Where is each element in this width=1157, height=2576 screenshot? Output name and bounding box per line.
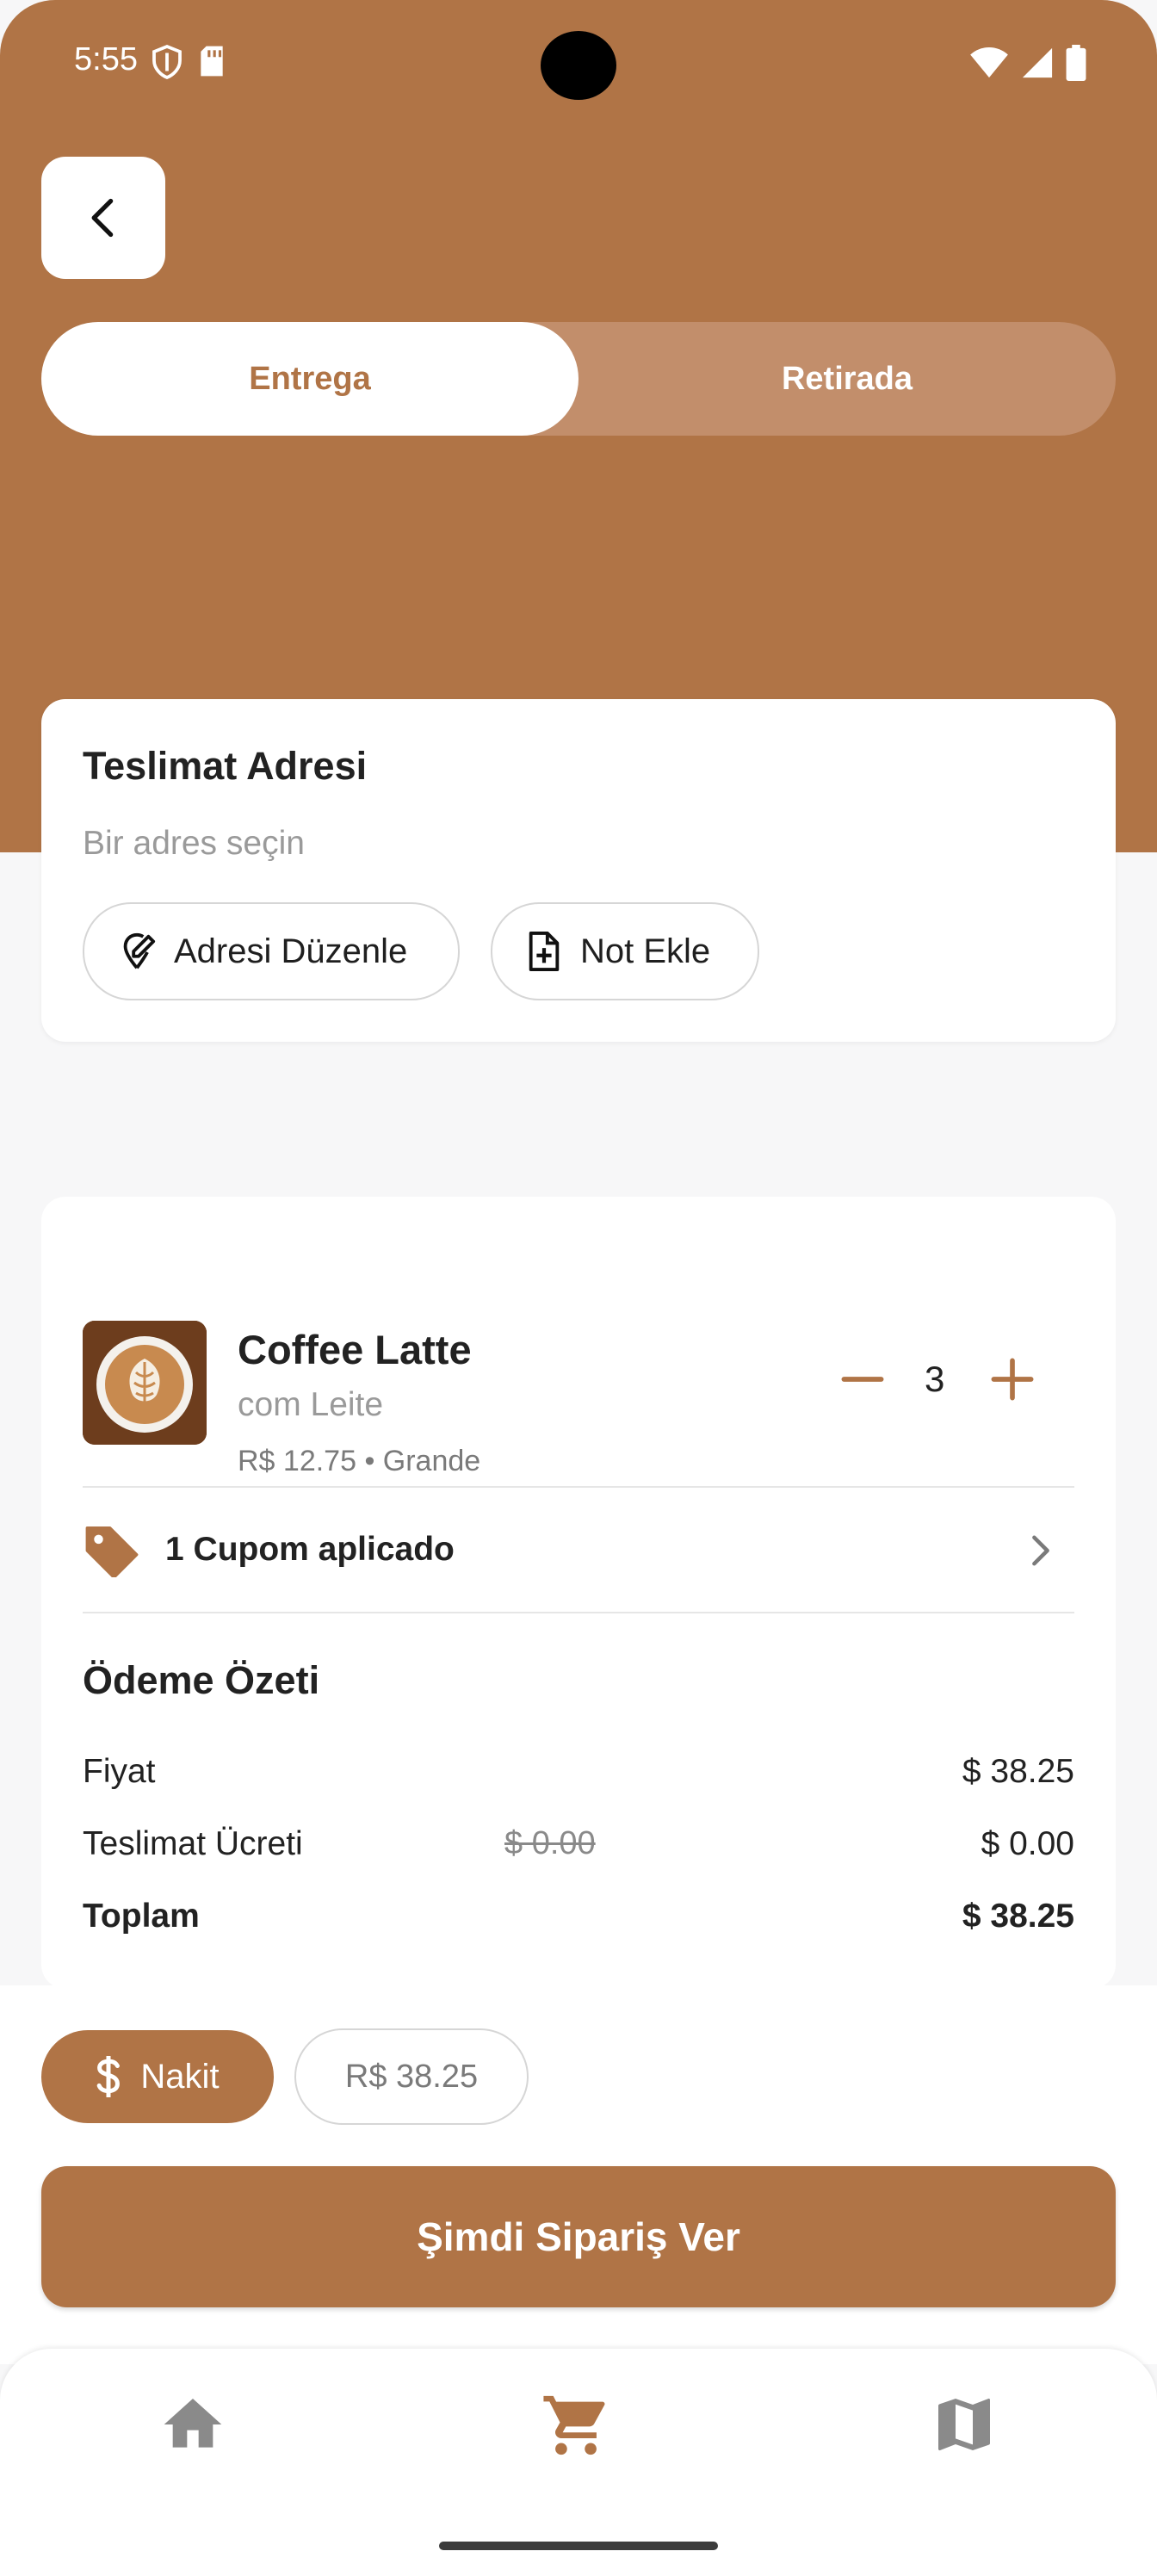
price-value: $ 38.25 bbox=[962, 1753, 1074, 1790]
edit-address-label: Adresi Düzenle bbox=[174, 932, 408, 970]
delivery-fee-label: Teslimat Ücreti bbox=[83, 1825, 303, 1862]
total-value: $ 38.25 bbox=[962, 1898, 1074, 1935]
back-button[interactable] bbox=[41, 157, 165, 279]
coupon-applied-label[interactable]: 1 Cupom aplicado bbox=[165, 1531, 455, 1569]
arrow-back-icon bbox=[91, 198, 114, 238]
status-time: 5:55 bbox=[74, 41, 138, 77]
plus-icon bbox=[991, 1358, 1034, 1401]
payment-amount[interactable]: R$ 38.25 bbox=[294, 2028, 529, 2125]
decrease-quantity-button[interactable] bbox=[840, 1357, 885, 1402]
product-image bbox=[83, 1321, 207, 1445]
gesture-home-bar[interactable] bbox=[439, 2542, 718, 2550]
divider bbox=[83, 1486, 1074, 1488]
dollar-icon bbox=[97, 2056, 121, 2097]
shield-icon bbox=[152, 45, 182, 79]
price-label: Fiyat bbox=[83, 1753, 156, 1790]
delivery-fee-original: $ 0.00 bbox=[504, 1825, 596, 1861]
divider bbox=[83, 1612, 1074, 1613]
add-note-button[interactable]: Not Ekle bbox=[491, 902, 759, 1000]
edit-address-button[interactable]: Adresi Düzenle bbox=[83, 902, 460, 1000]
product-name: Coffee Latte bbox=[238, 1327, 472, 1372]
wifi-icon bbox=[970, 46, 1008, 78]
product-subtitle: com Leite bbox=[238, 1386, 384, 1423]
tab-retirada[interactable]: Retirada bbox=[578, 322, 1116, 436]
map-icon[interactable] bbox=[930, 2390, 999, 2463]
total-label: Toplam bbox=[83, 1898, 200, 1935]
order-card bbox=[41, 1197, 1116, 1989]
place-order-button[interactable]: Şimdi Sipariş Ver bbox=[41, 2166, 1116, 2307]
minus-icon bbox=[841, 1377, 884, 1382]
status-left-icons bbox=[152, 45, 226, 79]
tab-entrega[interactable]: Entrega bbox=[41, 322, 578, 436]
status-right-icons bbox=[969, 45, 1086, 81]
battery-icon bbox=[1066, 45, 1086, 81]
product-meta: R$ 12.75 • Grande bbox=[238, 1445, 481, 1477]
sd-card-icon bbox=[201, 46, 223, 77]
cart-icon[interactable] bbox=[541, 2390, 611, 2465]
tag-icon bbox=[83, 1524, 141, 1582]
add-note-label: Not Ekle bbox=[580, 932, 711, 970]
note-add-icon bbox=[529, 932, 560, 971]
edit-location-icon bbox=[123, 932, 156, 969]
increase-quantity-button[interactable] bbox=[990, 1357, 1035, 1402]
camera-cutout bbox=[541, 31, 616, 100]
signal-icon bbox=[1022, 47, 1053, 78]
address-title: Teslimat Adresi bbox=[83, 744, 368, 788]
chevron-right-icon[interactable] bbox=[1024, 1533, 1057, 1573]
quantity-value: 3 bbox=[925, 1359, 945, 1399]
payment-method-label: Nakit bbox=[140, 2057, 220, 2096]
home-icon[interactable] bbox=[158, 2390, 227, 2463]
address-placeholder[interactable]: Bir adres seçin bbox=[83, 825, 305, 863]
delivery-fee-value: $ 0.00 bbox=[981, 1825, 1074, 1862]
payment-method-button[interactable]: Nakit bbox=[41, 2030, 274, 2123]
payment-summary-title: Ödeme Özeti bbox=[83, 1658, 320, 1702]
